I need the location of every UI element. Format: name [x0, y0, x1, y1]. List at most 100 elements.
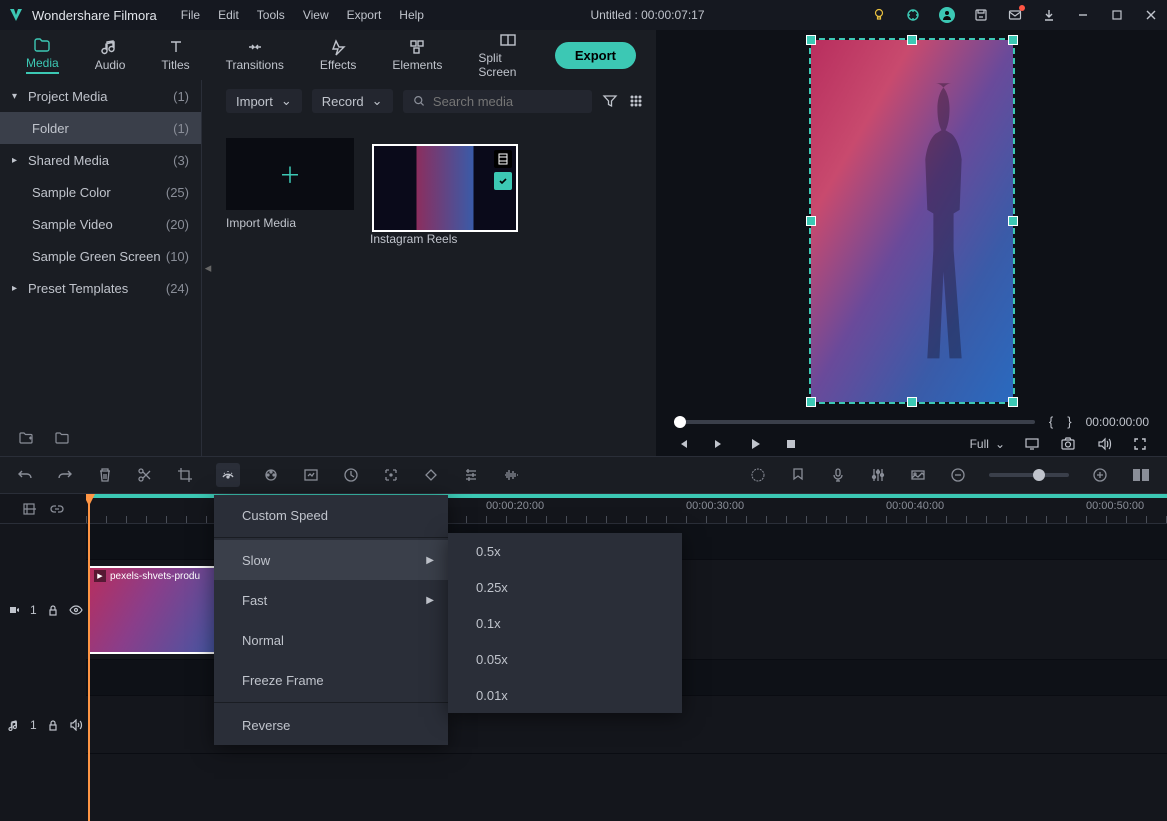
keyframe-icon[interactable] [422, 466, 440, 484]
audio-waveform-icon[interactable] [502, 466, 520, 484]
collapse-sidebar-icon[interactable]: ◂ [202, 80, 214, 456]
duration-icon[interactable] [342, 466, 360, 484]
play-icon[interactable] [746, 435, 764, 453]
new-folder-icon[interactable] [18, 430, 34, 446]
resize-handle[interactable] [907, 35, 917, 45]
export-button[interactable]: Export [555, 42, 636, 69]
slow-option-0-5x[interactable]: 0.5x [448, 533, 682, 569]
messages-icon[interactable] [1007, 7, 1023, 23]
eye-icon[interactable] [69, 604, 83, 616]
adjust-icon[interactable] [462, 466, 480, 484]
record-dropdown[interactable]: Record⌄ [312, 89, 393, 113]
lock-icon[interactable] [47, 604, 59, 616]
sidebar-item-shared-media[interactable]: ▸Shared Media(3) [0, 144, 201, 176]
menu-slow[interactable]: Slow▶ [214, 540, 448, 580]
sidebar-item-project-media[interactable]: ▾Project Media(1) [0, 80, 201, 112]
menu-file[interactable]: File [181, 8, 200, 22]
filter-icon[interactable] [602, 93, 618, 109]
tab-effects[interactable]: Effects [302, 34, 374, 76]
menu-custom-speed[interactable]: Custom Speed [214, 495, 448, 535]
slow-option-0-1x[interactable]: 0.1x [448, 605, 682, 641]
playhead[interactable] [88, 494, 90, 821]
slow-option-0-01x[interactable]: 0.01x [448, 677, 682, 713]
crop-icon[interactable] [176, 466, 194, 484]
sidebar-item-sample-color[interactable]: Sample Color(25) [0, 176, 201, 208]
preview-frame[interactable] [809, 38, 1015, 404]
resize-handle[interactable] [1008, 35, 1018, 45]
menu-tools[interactable]: Tools [257, 8, 285, 22]
account-icon[interactable] [939, 7, 955, 23]
sidebar-item-sample-video[interactable]: Sample Video(20) [0, 208, 201, 240]
color-icon[interactable] [262, 466, 280, 484]
menu-reverse[interactable]: Reverse [214, 705, 448, 745]
zoom-out-icon[interactable] [949, 466, 967, 484]
brace-open[interactable]: { [1049, 414, 1053, 429]
stop-icon[interactable] [782, 435, 800, 453]
open-folder-icon[interactable] [54, 430, 70, 446]
minimize-icon[interactable] [1075, 7, 1091, 23]
resize-handle[interactable] [806, 216, 816, 226]
resize-handle[interactable] [1008, 216, 1018, 226]
close-icon[interactable] [1143, 7, 1159, 23]
zoom-knob[interactable] [1033, 469, 1045, 481]
menu-export[interactable]: Export [347, 8, 382, 22]
marker-icon[interactable] [789, 466, 807, 484]
import-media-card[interactable]: ＋ Import Media [226, 138, 354, 246]
menu-normal[interactable]: Normal [214, 620, 448, 660]
detect-icon[interactable] [382, 466, 400, 484]
render-icon[interactable] [749, 466, 767, 484]
resize-handle[interactable] [806, 35, 816, 45]
timeline-clip[interactable]: ▶pexels-shvets-produ [88, 566, 234, 654]
prev-frame-icon[interactable] [674, 435, 692, 453]
tab-audio[interactable]: Audio [77, 34, 144, 76]
download-icon[interactable] [1041, 7, 1057, 23]
search-media-input[interactable] [403, 90, 592, 113]
sidebar-item-folder[interactable]: Folder(1) [0, 112, 201, 144]
tab-titles[interactable]: Titles [143, 34, 207, 76]
support-icon[interactable] [905, 7, 921, 23]
maximize-icon[interactable] [1109, 7, 1125, 23]
tab-transitions[interactable]: Transitions [208, 34, 302, 76]
sidebar-item-preset-templates[interactable]: ▸Preset Templates(24) [0, 272, 201, 304]
menu-freeze-frame[interactable]: Freeze Frame [214, 660, 448, 700]
zoom-in-icon[interactable] [1091, 466, 1109, 484]
mute-icon[interactable] [69, 719, 83, 731]
resize-handle[interactable] [806, 397, 816, 407]
brace-close[interactable]: } [1067, 414, 1071, 429]
lock-icon[interactable] [47, 719, 59, 731]
resize-handle[interactable] [1008, 397, 1018, 407]
import-dropdown[interactable]: Import⌄ [226, 89, 302, 113]
tips-icon[interactable] [871, 7, 887, 23]
resize-handle[interactable] [907, 397, 917, 407]
zoom-slider[interactable] [989, 473, 1069, 477]
media-clip-card[interactable]: Instagram Reels [370, 138, 516, 246]
greenscreen-icon[interactable] [302, 466, 320, 484]
next-frame-icon[interactable] [710, 435, 728, 453]
tab-elements[interactable]: Elements [374, 34, 460, 76]
tab-media[interactable]: Media [8, 32, 77, 78]
menu-view[interactable]: View [303, 8, 329, 22]
zoom-fit-icon[interactable] [1131, 466, 1151, 484]
menu-help[interactable]: Help [399, 8, 424, 22]
volume-icon[interactable] [1095, 435, 1113, 453]
voiceover-icon[interactable] [829, 466, 847, 484]
speed-icon[interactable] [216, 463, 240, 487]
slow-option-0-25x[interactable]: 0.25x [448, 569, 682, 605]
link-icon[interactable] [50, 502, 64, 516]
mixer-icon[interactable] [869, 466, 887, 484]
menu-fast[interactable]: Fast▶ [214, 580, 448, 620]
undo-icon[interactable] [16, 466, 34, 484]
split-icon[interactable] [136, 466, 154, 484]
menu-edit[interactable]: Edit [218, 8, 239, 22]
snapshot-icon[interactable] [1059, 435, 1077, 453]
manage-tracks-icon[interactable] [22, 502, 36, 516]
scrub-handle[interactable] [674, 416, 686, 428]
slow-option-0-05x[interactable]: 0.05x [448, 641, 682, 677]
save-icon[interactable] [973, 7, 989, 23]
view-grid-icon[interactable] [628, 93, 644, 109]
tab-splitscreen[interactable]: Split Screen [460, 27, 554, 83]
preview-quality-dropdown[interactable]: Full⌄ [970, 437, 1005, 451]
thumbnails-icon[interactable] [909, 466, 927, 484]
delete-icon[interactable] [96, 466, 114, 484]
fullscreen-icon[interactable] [1131, 435, 1149, 453]
